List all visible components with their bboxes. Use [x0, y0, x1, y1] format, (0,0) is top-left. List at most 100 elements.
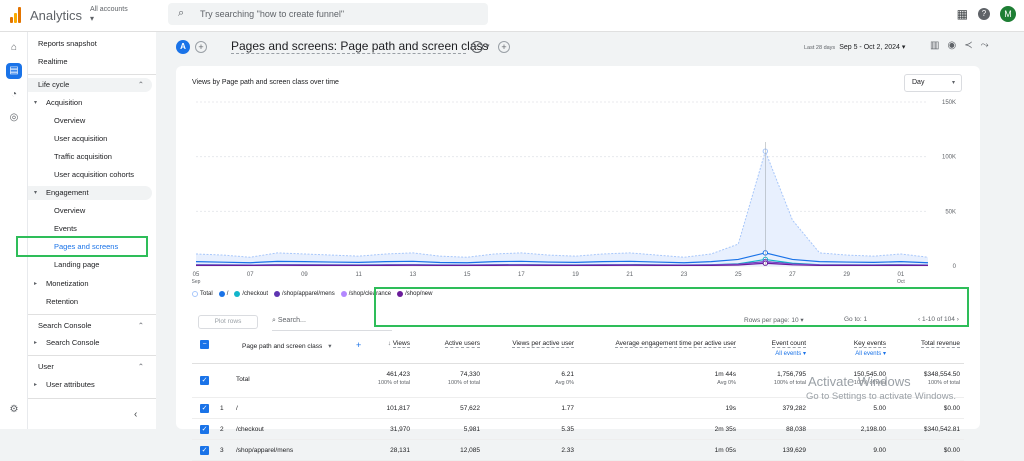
nav-user-section[interactable]: User ⌃ — [28, 360, 152, 374]
chevron-up-icon: ⌃ — [137, 321, 144, 330]
nav-acquisition[interactable]: ▾ Acquisition — [28, 96, 152, 110]
nav-monetization[interactable]: ▸ Monetization — [28, 277, 152, 291]
nav-events[interactable]: Events — [28, 222, 152, 236]
nav-acq-overview[interactable]: Overview — [28, 114, 152, 128]
compare-icon[interactable]: ◉ — [947, 40, 956, 51]
chevron-down-icon[interactable]: ▾ — [486, 42, 490, 50]
key-events-filter-label: All events — [855, 351, 882, 357]
total-value: 6.21 — [561, 371, 574, 378]
nav-realtime[interactable]: Realtime — [28, 55, 152, 69]
nav-divider — [28, 74, 156, 75]
total-subtext: 100% of total — [927, 380, 960, 386]
col-views-per-user[interactable]: Views per active user — [512, 340, 574, 348]
nav-landing-page[interactable]: Landing page — [28, 258, 152, 272]
row-page-path[interactable]: /shop/apparel/mens — [236, 447, 293, 454]
col-total-revenue[interactable]: Total revenue — [920, 340, 960, 348]
row-checkbox[interactable]: ✓ — [200, 425, 209, 434]
nav-user-attributes[interactable]: ▸ User attributes — [28, 378, 152, 392]
avatar[interactable]: M — [1000, 6, 1016, 22]
row-page-path[interactable]: /checkout — [236, 426, 264, 433]
table-search[interactable]: ⌕ Search... — [272, 317, 306, 325]
table-search-placeholder: Search... — [277, 317, 306, 324]
col-key-events[interactable]: Key events All events ▾ — [853, 340, 886, 357]
x-tick-label: 21 — [626, 272, 633, 278]
check-status-icon[interactable]: ✓ — [471, 41, 483, 53]
key-events-filter[interactable]: All events ▾ — [854, 350, 886, 357]
table-row[interactable]: ✓ 2/checkout 31,970 5,981 5.35 2m 35s 88,038 2,… — [192, 419, 964, 440]
granularity-select[interactable]: Day ▾ — [904, 74, 962, 92]
nav-search-console[interactable]: ▸ Search Console — [28, 336, 152, 350]
explore-icon[interactable]: ◔ — [6, 87, 22, 103]
reports-icon[interactable]: ▤ — [6, 63, 22, 79]
nav-traffic-acquisition[interactable]: Traffic acquisition — [28, 150, 152, 164]
account-selector[interactable]: All accounts ▾ — [90, 6, 128, 23]
legend-item[interactable]: Total — [192, 291, 213, 297]
col-event-count[interactable]: Event count All events ▾ — [771, 340, 806, 357]
legend-item[interactable]: /shop/apparel/mens — [274, 291, 335, 297]
total-subtext: Avg 0% — [717, 380, 736, 386]
nav-reports-snapshot[interactable]: Reports snapshot — [28, 37, 152, 51]
x-tick-label: 13 — [410, 272, 417, 278]
total-value: 1m 44s — [714, 371, 736, 378]
legend-item[interactable]: / — [218, 291, 229, 297]
event-count-filter[interactable]: All events ▾ — [772, 350, 806, 357]
row-page-path[interactable]: / — [236, 405, 238, 412]
select-all-checkbox[interactable]: − — [200, 340, 209, 349]
help-icon[interactable]: ? — [978, 8, 990, 20]
x-tick-label: 07 — [247, 272, 254, 278]
nav-eng-overview[interactable]: Overview — [28, 204, 152, 218]
row-cell: 5.35 — [561, 426, 574, 433]
dimension-header[interactable]: Page path and screen class ▾ — [242, 342, 331, 350]
legend-label: / — [226, 291, 229, 297]
event-count-filter-label: All events — [775, 351, 802, 357]
add-comparison-icon[interactable]: + — [195, 41, 207, 53]
nav-user-acquisition[interactable]: User acquisition — [28, 132, 152, 146]
x-tick-label: 29 — [843, 272, 850, 278]
nav-search-console-section[interactable]: Search Console ⌃ — [28, 319, 152, 333]
y-tick-label: 150K — [942, 100, 956, 106]
gear-icon[interactable]: ⚙ — [6, 402, 22, 418]
legend-swatch — [274, 291, 281, 297]
expand-triangle-icon: ▸ — [34, 281, 38, 287]
row-checkbox[interactable]: ✓ — [200, 446, 209, 455]
nav-retention[interactable]: Retention — [28, 295, 152, 309]
legend-swatch — [192, 291, 198, 297]
analytics-logo[interactable] — [10, 7, 22, 23]
collapse-triangle-icon: ▾ — [34, 190, 38, 196]
customize-report-icon[interactable]: ▥ — [930, 40, 939, 51]
nav-engagement[interactable]: ▾ Engagement — [28, 186, 152, 200]
x-tick-label: 25 — [735, 272, 742, 278]
table-header: − Page path and screen class ▾ + ↓ Views … — [192, 334, 964, 364]
nav-user-acquisition-cohorts[interactable]: User acquisition cohorts — [28, 168, 152, 182]
date-range-selector[interactable]: Last 28 days Sep 5 - Oct 2, 2024 ▾ — [804, 43, 905, 51]
advertising-icon[interactable]: ◎ — [6, 110, 22, 126]
row-checkbox[interactable]: ✓ — [200, 376, 209, 385]
legend-item[interactable]: /checkout — [234, 291, 268, 297]
collapse-nav-icon[interactable]: ‹ — [134, 409, 137, 420]
col-active-users[interactable]: Active users — [444, 340, 480, 348]
row-cell: 5,981 — [463, 426, 480, 433]
nav-lifecycle[interactable]: Life cycle ⌃ — [28, 78, 152, 92]
home-icon[interactable]: ⌂ — [6, 40, 22, 56]
share-icon[interactable]: ≺ — [964, 40, 972, 51]
col-views[interactable]: ↓ Views — [388, 340, 410, 348]
search-underline — [272, 330, 392, 331]
x-tick-sublabel: Sep — [192, 279, 201, 285]
total-subtext: Avg 0% — [555, 380, 574, 386]
plot-rows-button[interactable]: Plot rows — [198, 315, 258, 329]
insights-icon[interactable]: ⤳ — [981, 40, 989, 51]
row-checkbox[interactable]: ✓ — [200, 404, 209, 413]
col-avg-engagement[interactable]: Average engagement time per active user — [615, 340, 736, 348]
main-content: A + Pages and screens: Page path and scr… — [156, 32, 1024, 461]
chart-title: Views by Page path and screen class over… — [192, 79, 339, 86]
apps-grid-icon[interactable]: ▦ — [957, 7, 968, 21]
comparison-badge[interactable]: A — [176, 40, 190, 54]
nav-divider — [28, 314, 156, 315]
chevron-up-icon: ⌃ — [137, 80, 144, 89]
search-bar[interactable]: ⌕ Try searching "how to create funnel" — [168, 3, 488, 25]
date-range-value: Sep 5 - Oct 2, 2024 — [839, 44, 900, 51]
add-icon[interactable]: + — [498, 41, 510, 53]
add-dimension-icon[interactable]: + — [356, 340, 361, 350]
table-row[interactable]: ✓ 3/shop/apparel/mens 28,131 12,085 2.33 1m 0… — [192, 440, 964, 461]
row-cell: 2.33 — [561, 447, 574, 454]
